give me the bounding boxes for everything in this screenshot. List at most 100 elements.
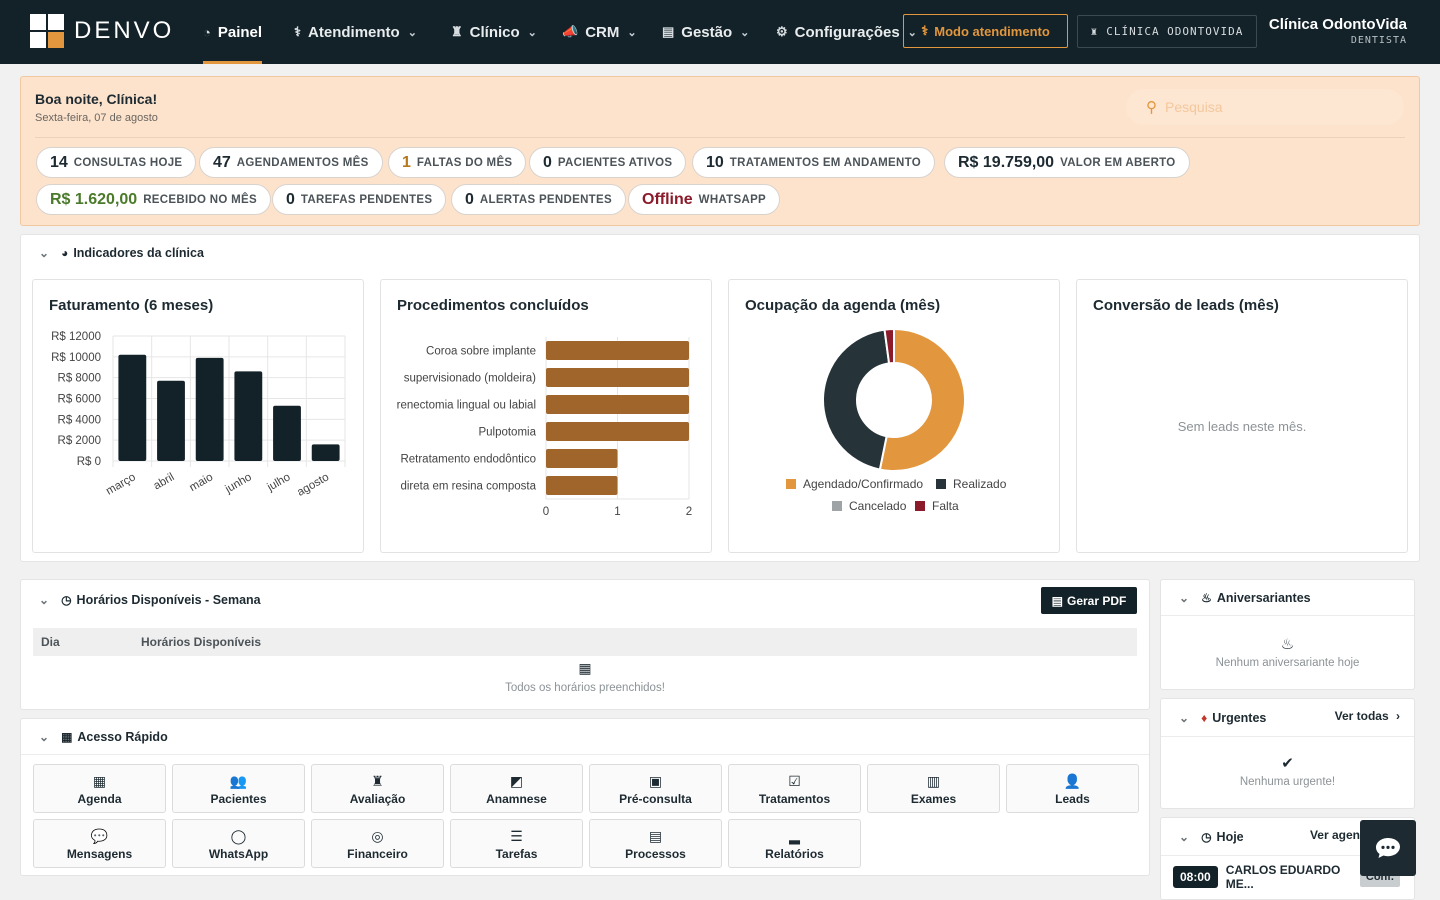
nav-item-5[interactable]: ⚙ Configurações ⌄ <box>776 0 917 64</box>
quick-access-10[interactable]: ◎ Financeiro <box>311 819 444 868</box>
quick-access-4[interactable]: ▣ Pré-consulta <box>589 764 722 813</box>
occupancy-title: Ocupação da agenda (mês) <box>745 297 941 314</box>
stat-label: RECEBIDO NO MÊS <box>143 193 257 206</box>
bar[interactable] <box>546 368 689 387</box>
bar[interactable] <box>546 422 689 441</box>
quick-access-label: Leads <box>1055 792 1090 806</box>
brand-logo[interactable]: DENVO <box>30 14 174 48</box>
quick-access-8[interactable]: 💬 Mensagens <box>33 819 166 868</box>
clinic-selector[interactable]: ♜ CLÍNICA ODONTOVIDA <box>1077 15 1257 48</box>
file-medical-icon: ▣ <box>648 773 663 789</box>
quick-access-2[interactable]: ♜ Avaliação <box>311 764 444 813</box>
chevron-right-icon: › <box>1396 709 1400 723</box>
stat-pill[interactable]: Offline WHATSAPP <box>628 184 781 215</box>
stat-pill[interactable]: 1 FALTAS DO MÊS <box>388 147 527 178</box>
stat-pill[interactable]: R$ 1.620,00 RECEBIDO NO MÊS <box>36 184 271 215</box>
bar[interactable] <box>311 444 340 461</box>
quick-access-7[interactable]: 👤 Leads <box>1006 764 1139 813</box>
quick-access-1[interactable]: 👥 Pacientes <box>172 764 305 813</box>
bar[interactable] <box>546 449 618 468</box>
chevron-down-icon[interactable]: ⌄ <box>39 246 49 260</box>
quick-access-5[interactable]: ☑ Tratamentos <box>728 764 861 813</box>
y-tick-label: R$ 8000 <box>58 373 101 385</box>
quick-access-label: Tratamentos <box>758 792 831 806</box>
quick-access-label: Anamnese <box>486 792 547 806</box>
search-placeholder: Pesquisa <box>1165 99 1223 115</box>
stat-pill[interactable]: 0 PACIENTES ATIVOS <box>529 147 687 178</box>
leads-title: Conversão de leads (mês) <box>1093 297 1279 314</box>
nav-item-0[interactable]: ◔ Painel <box>203 0 263 64</box>
chevron-down-icon[interactable]: ⌄ <box>1179 830 1189 844</box>
nav-item-2[interactable]: ♜ Clínico ⌄ <box>451 0 537 64</box>
nav-item-label: Configurações <box>794 23 900 41</box>
quick-access-6[interactable]: ▥ Exames <box>867 764 1000 813</box>
birthdays-panel: ⌄ ♨ Aniversariantes ♨ Nenhum aniversaria… <box>1160 579 1415 690</box>
horarios-empty-message: Todos os horários preenchidos! <box>505 682 665 694</box>
stat-pill[interactable]: R$ 19.759,00 VALOR EM ABERTO <box>944 147 1190 178</box>
user-role: DENTISTA <box>1350 35 1407 46</box>
nav-item-4[interactable]: ▤ Gestão ⌄ <box>662 0 749 64</box>
legend-label: Cancelado <box>849 499 907 513</box>
occupancy-card: Ocupação da agenda (mês) Agendado/Confir… <box>728 279 1060 553</box>
quick-access-3[interactable]: ◩ Anamnese <box>450 764 583 813</box>
pie-slice[interactable] <box>822 328 891 471</box>
brand-name: DENVO <box>74 17 175 44</box>
birthdays-header[interactable]: ⌄ ♨ Aniversariantes <box>1161 580 1414 616</box>
chat-button[interactable] <box>1360 820 1416 876</box>
search-input[interactable]: ⚲ Pesquisa <box>1126 89 1404 125</box>
stat-pill[interactable]: 0 TAREFAS PENDENTES <box>272 184 447 215</box>
bar[interactable] <box>195 357 224 461</box>
nav-item-1[interactable]: ⚕ Atendimento ⌄ <box>294 0 417 64</box>
nav-item-label: Clínico <box>469 23 520 41</box>
stat-pill[interactable]: 0 ALERTAS PENDENTES <box>451 184 626 215</box>
quick-access-9[interactable]: ◯ WhatsApp <box>172 819 305 868</box>
chevron-down-icon[interactable]: ⌄ <box>1179 711 1189 725</box>
modo-atendimento-button[interactable]: ⚕ Modo atendimento <box>903 14 1068 48</box>
stat-value: 0 <box>543 153 552 171</box>
quick-access-0[interactable]: ▦ Agenda <box>33 764 166 813</box>
chevron-down-icon[interactable]: ⌄ <box>1179 591 1189 605</box>
y-tick-label: Pulpotomia <box>478 427 536 439</box>
stat-pill[interactable]: 10 TRATAMENTOS EM ANDAMENTO <box>692 147 935 178</box>
chevron-down-icon[interactable]: ⌄ <box>39 593 49 607</box>
bar[interactable] <box>546 395 689 414</box>
y-tick-label: R$ 10000 <box>51 352 101 364</box>
quick-access-13[interactable]: ▂ Relatórios <box>728 819 861 868</box>
tooth-icon: ♜ <box>1090 25 1099 38</box>
appointment-patient: CARLOS EDUARDO ME... <box>1225 863 1341 891</box>
check-circle-icon: ✔ <box>1281 755 1294 772</box>
bar[interactable] <box>234 371 263 461</box>
quick-access-12[interactable]: ▤ Processos <box>589 819 722 868</box>
quick-access-header[interactable]: ⌄ ▦ Acesso Rápido <box>21 719 1149 755</box>
list-check-icon: ☰ <box>510 828 523 844</box>
bar[interactable] <box>546 476 618 495</box>
y-tick-label: R$ 6000 <box>58 394 101 406</box>
chat-icon <box>1376 838 1400 858</box>
bar[interactable] <box>157 380 185 461</box>
quick-access-label: WhatsApp <box>208 847 269 861</box>
bar[interactable] <box>118 354 147 461</box>
horarios-header[interactable]: ⌄ ◷ Horários Disponíveis - Semana <box>21 580 1149 620</box>
legend-label: Realizado <box>953 477 1007 491</box>
stat-pill[interactable]: 47 AGENDAMENTOS MÊS <box>199 147 383 178</box>
megaphone-icon: 📣 <box>562 24 579 39</box>
horarios-section: ⌄ ◷ Horários Disponíveis - Semana ▤ Gera… <box>20 579 1150 710</box>
user-menu[interactable]: Clínica OdontoVida DENTISTA <box>1269 16 1407 46</box>
stat-pill[interactable]: 14 CONSULTAS HOJE <box>36 147 197 178</box>
chevron-down-icon[interactable]: ⌄ <box>39 730 49 744</box>
chevron-down-icon: ⌄ <box>627 26 637 39</box>
stat-label: FALTAS DO MÊS <box>416 156 513 169</box>
tooth-icon: ♜ <box>451 24 463 39</box>
bar[interactable] <box>546 341 689 360</box>
x-tick-label: julho <box>265 471 293 494</box>
nav-item-3[interactable]: 📣 CRM ⌄ <box>562 0 637 64</box>
occupancy-chart: Agendado/Confirmado Realizado Cancelado Fal… <box>786 327 1007 513</box>
ver-todas-link[interactable]: Ver todas › <box>1335 709 1400 723</box>
indicators-header[interactable]: ⌄ ◕ Indicadores da clínica <box>21 235 1419 271</box>
stat-label: TAREFAS PENDENTES <box>300 193 433 206</box>
quick-access-11[interactable]: ☰ Tarefas <box>450 819 583 868</box>
x-tick-label: maio <box>188 471 216 494</box>
gerar-pdf-button[interactable]: ▤ Gerar PDF <box>1041 587 1137 614</box>
logo-icon <box>30 14 64 48</box>
bar[interactable] <box>273 405 301 461</box>
